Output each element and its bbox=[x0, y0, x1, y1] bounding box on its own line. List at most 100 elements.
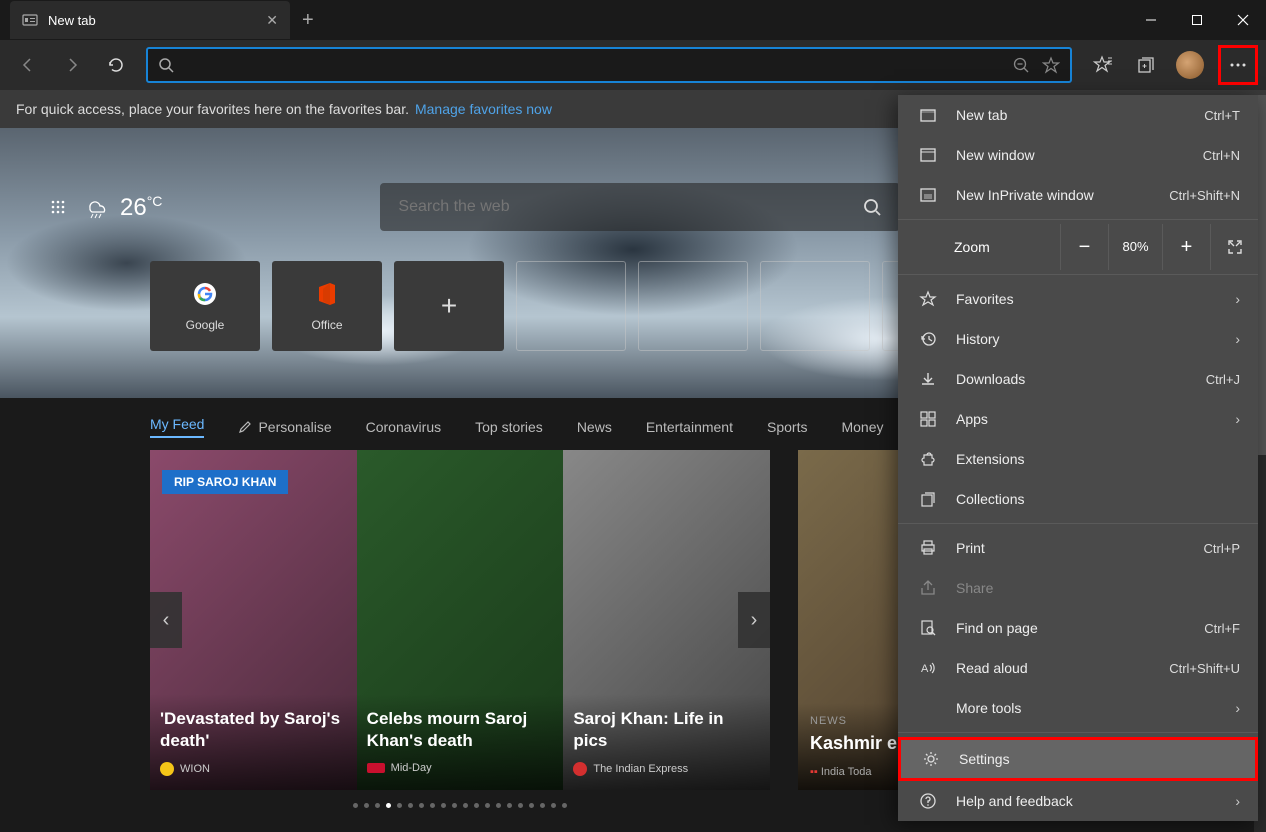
tile-empty[interactable] bbox=[760, 261, 870, 351]
menu-label: Apps bbox=[956, 411, 1235, 427]
menu-apps[interactable]: Apps › bbox=[898, 399, 1258, 439]
menu-label: More tools bbox=[956, 700, 1235, 716]
back-button[interactable] bbox=[8, 45, 48, 85]
tile-label: Google bbox=[186, 318, 225, 332]
hero-search-bar[interactable] bbox=[380, 183, 900, 231]
menu-collections[interactable]: Collections bbox=[898, 479, 1258, 519]
menu-label: Settings bbox=[959, 751, 1237, 767]
menu-history[interactable]: History › bbox=[898, 319, 1258, 359]
menu-label: Extensions bbox=[956, 451, 1240, 467]
feed-tab-personalise[interactable]: Personalise bbox=[238, 419, 331, 435]
plus-icon: + bbox=[441, 290, 457, 322]
favorite-star-icon[interactable] bbox=[1042, 56, 1060, 74]
forward-button[interactable] bbox=[52, 45, 92, 85]
office-icon bbox=[313, 280, 341, 308]
favorites-button[interactable] bbox=[1082, 45, 1122, 85]
feed-tab-coronavirus[interactable]: Coronavirus bbox=[366, 419, 441, 435]
menu-more-tools[interactable]: More tools › bbox=[898, 688, 1258, 728]
menu-shortcut: Ctrl+N bbox=[1203, 148, 1240, 163]
menu-shortcut: Ctrl+Shift+U bbox=[1169, 661, 1240, 676]
menu-read-aloud[interactable]: A Read aloud Ctrl+Shift+U bbox=[898, 648, 1258, 688]
menu-label: Favorites bbox=[956, 291, 1235, 307]
feed-tab-entertainment[interactable]: Entertainment bbox=[646, 419, 733, 435]
chevron-right-icon: › bbox=[1235, 411, 1240, 427]
refresh-button[interactable] bbox=[96, 45, 136, 85]
story-carousel: RIP SAROJ KHAN ‹ › 'Devastated by Saroj'… bbox=[150, 450, 770, 790]
window-icon bbox=[916, 146, 940, 164]
more-menu-button[interactable] bbox=[1218, 45, 1258, 85]
menu-label: New tab bbox=[956, 107, 1204, 123]
menu-favorites[interactable]: Favorites › bbox=[898, 279, 1258, 319]
menu-shortcut: Ctrl+Shift+N bbox=[1169, 188, 1240, 203]
tile-empty[interactable] bbox=[638, 261, 748, 351]
share-icon bbox=[916, 579, 940, 597]
weather-widget[interactable]: 26°C bbox=[84, 193, 162, 222]
read-aloud-icon: A bbox=[916, 659, 940, 677]
feed-tab-money[interactable]: Money bbox=[841, 419, 883, 435]
weather-icon bbox=[84, 194, 110, 220]
story-source: The Indian Express bbox=[593, 763, 688, 775]
zoom-out-button[interactable]: − bbox=[1060, 224, 1108, 270]
tile-add[interactable]: + bbox=[394, 261, 504, 351]
menu-label: New InPrivate window bbox=[956, 187, 1169, 203]
find-icon bbox=[916, 619, 940, 637]
zoom-in-button[interactable]: + bbox=[1162, 224, 1210, 270]
feed-tab-topstories[interactable]: Top stories bbox=[475, 419, 543, 435]
menu-shortcut: Ctrl+J bbox=[1206, 372, 1240, 387]
carousel-next-button[interactable]: › bbox=[738, 592, 770, 648]
menu-shortcut: Ctrl+P bbox=[1204, 541, 1240, 556]
minimize-button[interactable] bbox=[1128, 0, 1174, 40]
menu-label: Find on page bbox=[956, 620, 1204, 636]
menu-downloads[interactable]: Downloads Ctrl+J bbox=[898, 359, 1258, 399]
feed-tab-news[interactable]: News bbox=[577, 419, 612, 435]
address-input[interactable] bbox=[186, 57, 1000, 73]
menu-label: Read aloud bbox=[956, 660, 1169, 676]
collections-icon bbox=[916, 490, 940, 508]
app-launcher-icon[interactable] bbox=[50, 199, 66, 215]
menu-new-tab[interactable]: New tab Ctrl+T bbox=[898, 95, 1258, 135]
zoom-value: 80% bbox=[1108, 224, 1162, 270]
story-title: Saroj Khan: Life in pics bbox=[573, 708, 760, 752]
story-badge: RIP SAROJ KHAN bbox=[162, 470, 288, 494]
menu-new-window[interactable]: New window Ctrl+N bbox=[898, 135, 1258, 175]
close-tab-icon[interactable]: ✕ bbox=[266, 12, 278, 29]
hero-search-input[interactable] bbox=[398, 198, 862, 216]
tile-office[interactable]: Office bbox=[272, 261, 382, 351]
menu-new-inprivate[interactable]: New InPrivate window Ctrl+Shift+N bbox=[898, 175, 1258, 215]
menu-help[interactable]: Help and feedback › bbox=[898, 781, 1258, 821]
pencil-icon bbox=[238, 420, 252, 434]
browser-tab[interactable]: New tab ✕ bbox=[10, 1, 290, 39]
feed-tab-sports[interactable]: Sports bbox=[767, 419, 807, 435]
search-icon[interactable] bbox=[862, 197, 882, 217]
tile-google[interactable]: Google bbox=[150, 261, 260, 351]
weather-temp: 26°C bbox=[120, 193, 162, 222]
menu-settings[interactable]: Settings bbox=[898, 737, 1258, 781]
tile-empty[interactable] bbox=[516, 261, 626, 351]
menu-label: Print bbox=[956, 540, 1204, 556]
menu-extensions[interactable]: Extensions bbox=[898, 439, 1258, 479]
menu-label: Share bbox=[956, 580, 1240, 596]
fullscreen-button[interactable] bbox=[1210, 224, 1258, 270]
apps-icon bbox=[916, 410, 940, 428]
menu-shortcut: Ctrl+T bbox=[1204, 108, 1240, 123]
maximize-button[interactable] bbox=[1174, 0, 1220, 40]
tab-title: New tab bbox=[48, 13, 256, 28]
feed-tab-myfeed[interactable]: My Feed bbox=[150, 416, 204, 438]
carousel-prev-button[interactable]: ‹ bbox=[150, 592, 182, 648]
story-source: Mid-Day bbox=[391, 762, 432, 774]
zoom-indicator-icon[interactable] bbox=[1012, 56, 1030, 74]
chevron-right-icon: › bbox=[1235, 700, 1240, 716]
tile-label: Office bbox=[311, 318, 342, 332]
address-bar[interactable] bbox=[146, 47, 1072, 83]
menu-label: History bbox=[956, 331, 1235, 347]
manage-favorites-link[interactable]: Manage favorites now bbox=[415, 101, 552, 117]
settings-menu: New tab Ctrl+T New window Ctrl+N New InP… bbox=[898, 95, 1258, 821]
close-window-button[interactable] bbox=[1220, 0, 1266, 40]
collections-button[interactable] bbox=[1126, 45, 1166, 85]
menu-find[interactable]: Find on page Ctrl+F bbox=[898, 608, 1258, 648]
new-tab-button[interactable]: + bbox=[302, 9, 314, 32]
menu-print[interactable]: Print Ctrl+P bbox=[898, 528, 1258, 568]
tab-favicon-icon bbox=[22, 12, 38, 28]
story-source: WION bbox=[180, 763, 210, 775]
profile-avatar[interactable] bbox=[1176, 51, 1204, 79]
